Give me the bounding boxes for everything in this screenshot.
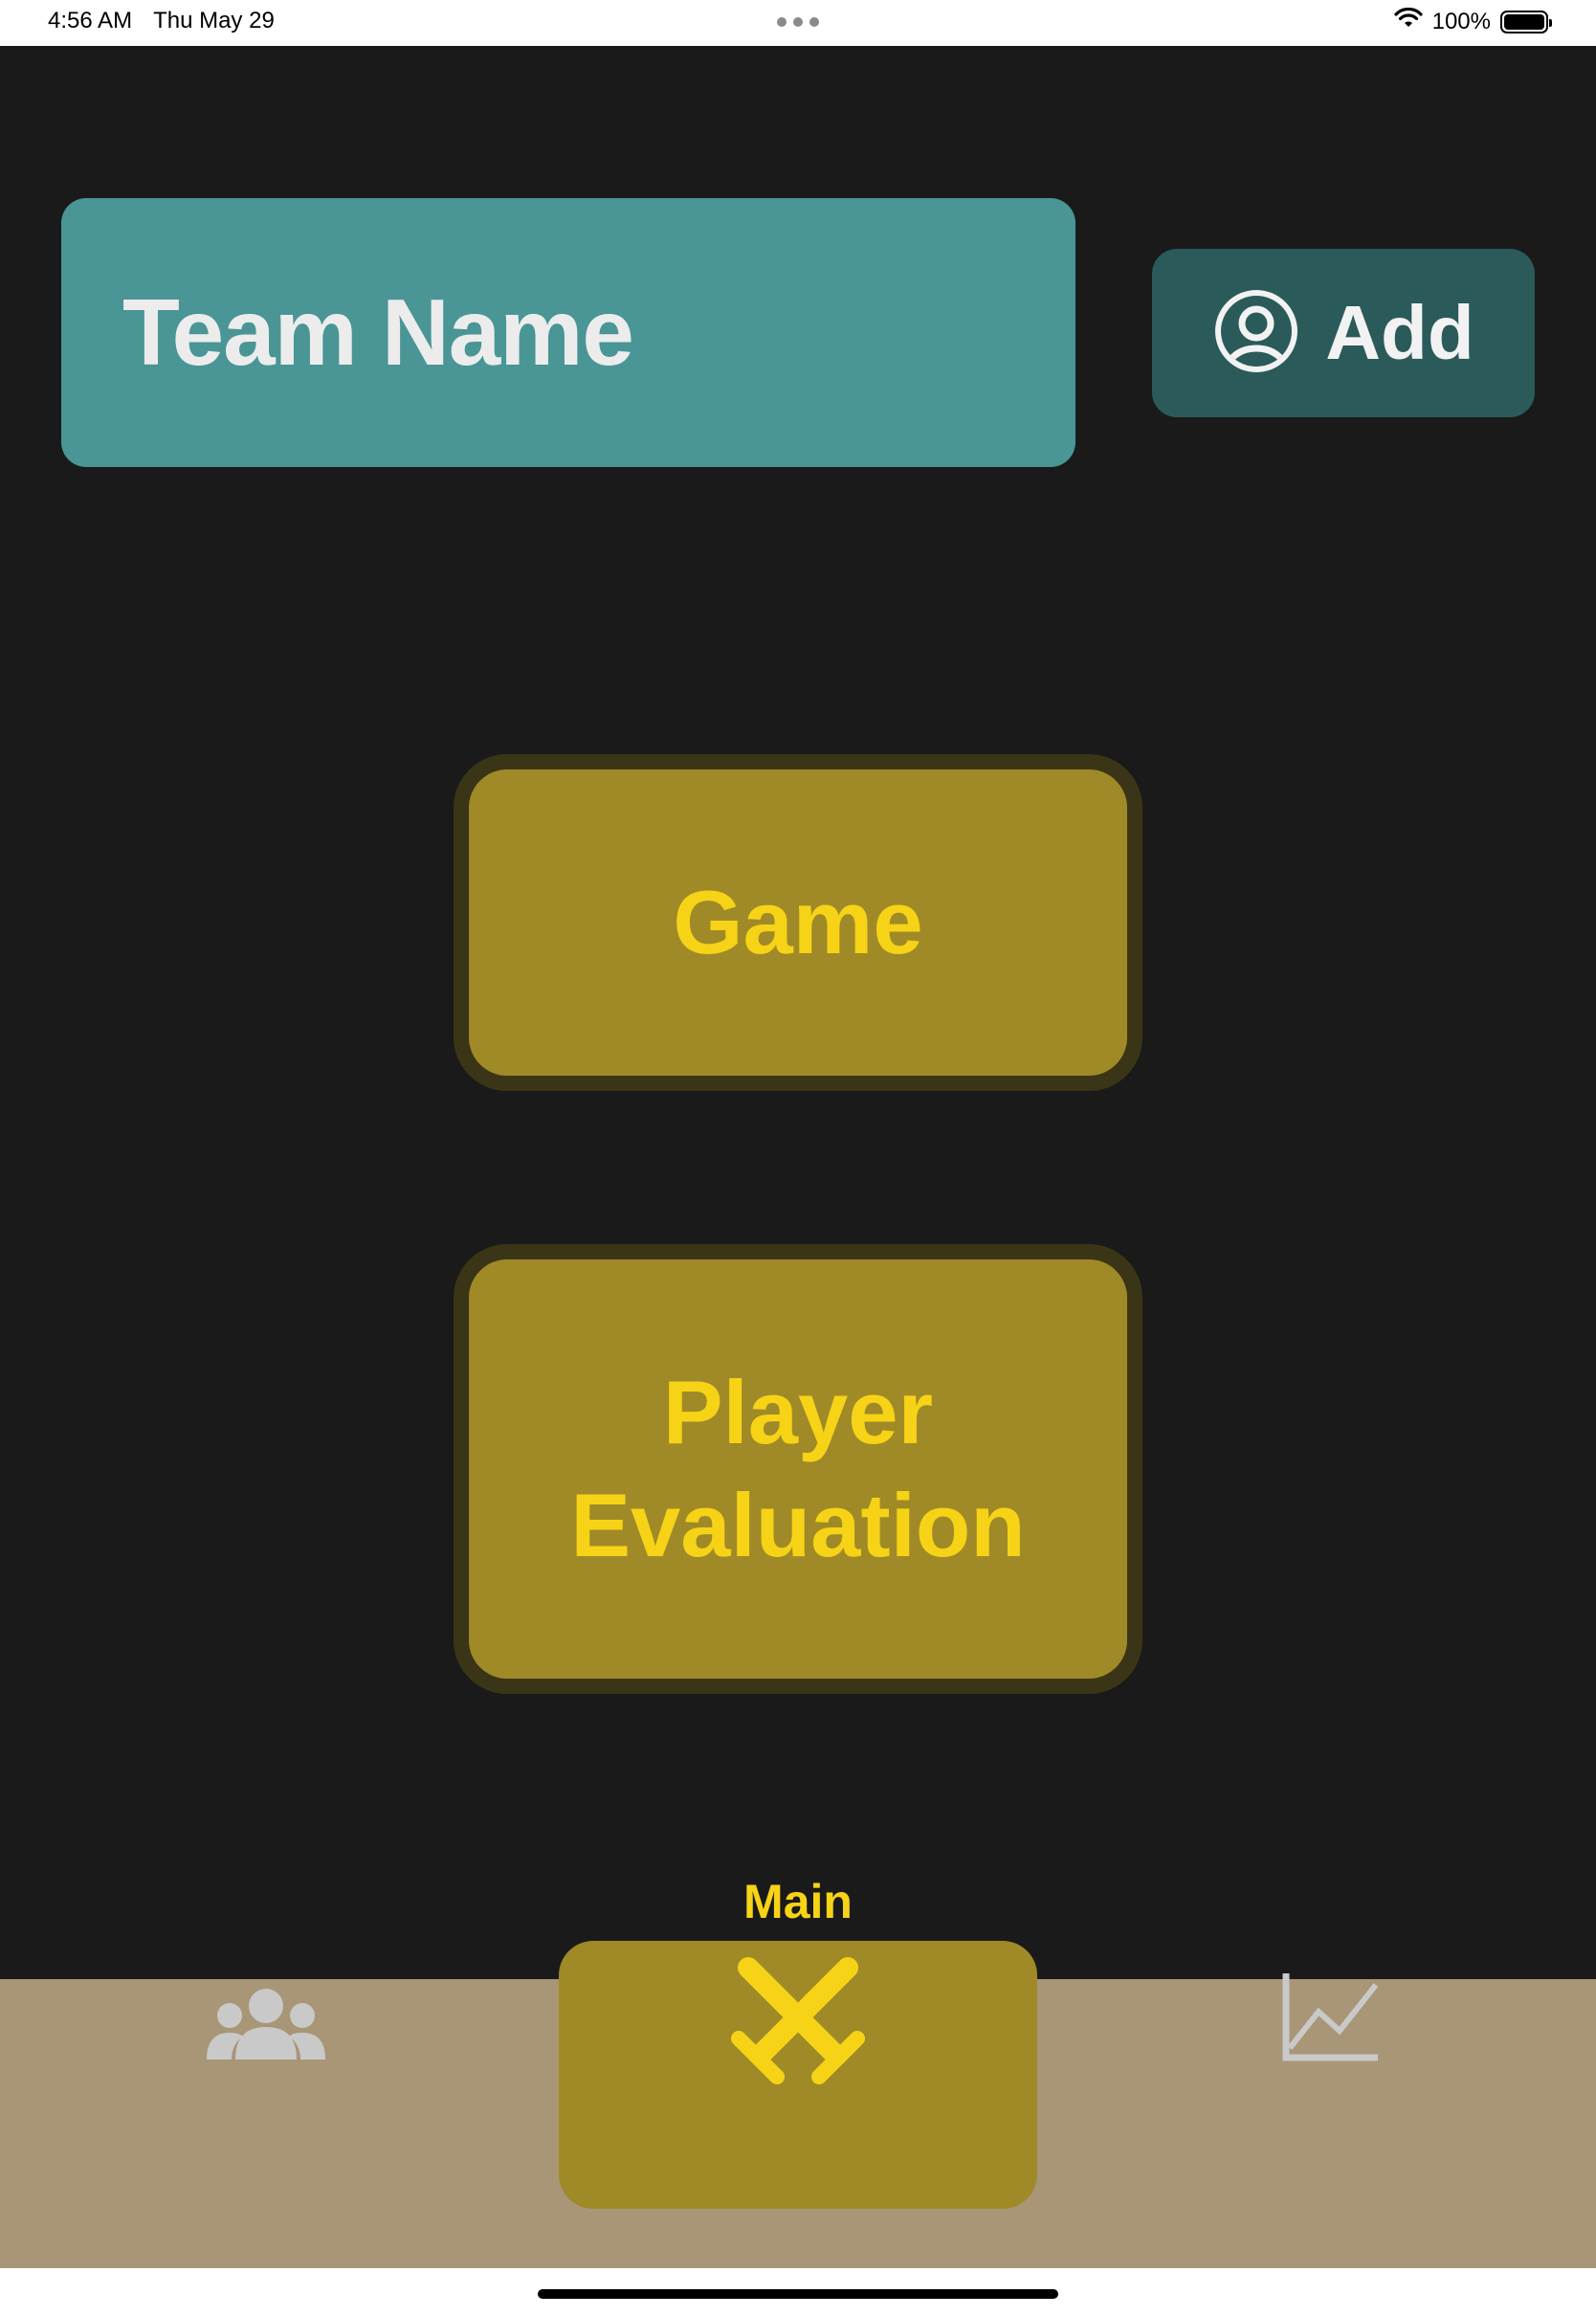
home-indicator[interactable] (538, 2289, 1058, 2299)
person-circle-icon (1212, 287, 1300, 380)
people-group-icon (207, 1985, 325, 2070)
status-bar: 4:56 AM Thu May 29 100% (0, 0, 1596, 46)
tab-main-label: Main (743, 1875, 853, 1928)
tab-main[interactable] (559, 1941, 1037, 2209)
battery-icon (1500, 10, 1552, 33)
tab-team[interactable] (201, 1979, 335, 2075)
player-evaluation-line1: Player (662, 1362, 934, 1462)
tab-stats[interactable] (1273, 1971, 1387, 2067)
multitasking-dots-icon[interactable] (777, 17, 819, 27)
player-evaluation-label: Player Evaluation (570, 1356, 1025, 1582)
player-evaluation-button[interactable]: Player Evaluation (454, 1244, 1142, 1694)
game-button-label: Game (673, 872, 923, 972)
status-right: 100% (1394, 7, 1552, 35)
line-chart-icon (1280, 1971, 1380, 2068)
app-screen: 4:56 AM Thu May 29 100% Team Name Add Ga… (0, 0, 1596, 2316)
battery-percent: 100% (1431, 8, 1491, 34)
game-button[interactable]: Game (454, 754, 1142, 1091)
status-time: 4:56 AM (48, 8, 133, 33)
team-name-banner[interactable]: Team Name (61, 198, 1075, 467)
add-button-label: Add (1325, 290, 1474, 375)
player-evaluation-line2: Evaluation (570, 1475, 1026, 1575)
status-date: Thu May 29 (153, 8, 275, 33)
crossed-swords-icon (727, 1954, 869, 2089)
wifi-icon (1394, 7, 1423, 35)
add-player-button[interactable]: Add (1152, 249, 1535, 417)
status-left: 4:56 AM Thu May 29 (48, 8, 275, 34)
team-name-label: Team Name (122, 279, 634, 385)
